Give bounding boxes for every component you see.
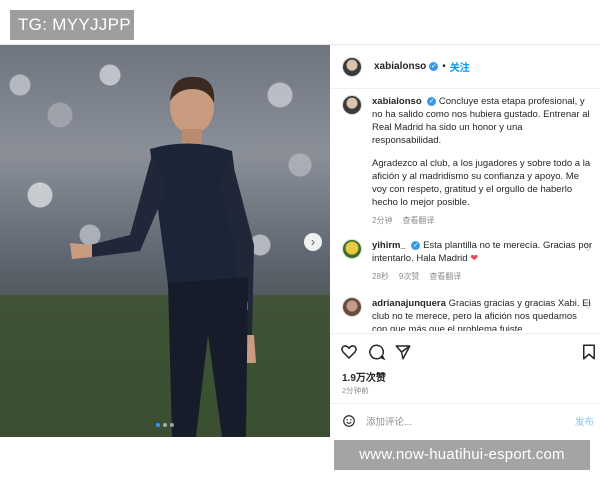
carousel-dot	[156, 423, 160, 427]
emoji-icon[interactable]	[342, 414, 356, 428]
coach-figure	[70, 76, 256, 437]
carousel-dot	[163, 423, 167, 427]
caption: xabialonso ✓ Concluye esta etapa profesi…	[342, 95, 594, 226]
comment-input[interactable]: 添加评论...	[366, 414, 412, 428]
avatar[interactable]	[342, 297, 362, 317]
caption-time: 2分钟	[372, 216, 393, 225]
next-arrow-icon[interactable]: ›	[304, 233, 322, 251]
verified-icon: ✓	[411, 240, 421, 250]
comment-text: adrianajunquera Gracias gracias y gracia…	[372, 297, 594, 331]
comment-meta: 28秒 9次赞 查看翻译	[372, 271, 594, 282]
translate-link[interactable]: 查看翻译	[402, 215, 434, 226]
post-comment-button[interactable]: 发布	[575, 414, 594, 428]
post-photo: ›	[0, 45, 330, 437]
comment-icon[interactable]	[368, 343, 386, 361]
watermark: www.now-huatihui-esport.com	[334, 440, 590, 470]
likes-count[interactable]: 1.9万次赞	[342, 369, 386, 384]
add-comment-bar: 添加评论... 发布	[330, 403, 600, 437]
post-time: 2分钟前	[342, 386, 369, 395]
post-header: xabialonso ✓ • 关注	[330, 45, 600, 89]
caption-meta: 2分钟 查看翻译	[372, 215, 594, 226]
list-item: yihirm_ ✓ Esta plantilla no te merecía. …	[342, 239, 594, 282]
avatar[interactable]	[342, 239, 362, 259]
share-icon[interactable]	[394, 343, 412, 361]
action-bar	[330, 333, 600, 367]
comment-likes[interactable]: 9次赞	[399, 271, 419, 282]
verified-icon: ✓	[427, 96, 437, 106]
translate-link[interactable]: 查看翻译	[429, 271, 461, 282]
comments-list: xabialonso ✓ Concluye esta etapa profesi…	[330, 95, 600, 331]
caption-username[interactable]: xabialonso	[372, 96, 422, 107]
follow-button[interactable]: 关注	[450, 59, 470, 74]
bookmark-icon[interactable]	[580, 343, 598, 361]
red-heart-emoji-icon: ❤	[470, 253, 479, 264]
carousel-dot	[170, 423, 174, 427]
avatar[interactable]	[342, 95, 362, 115]
verified-icon: ✓	[429, 62, 439, 71]
header-username[interactable]: xabialonso	[374, 61, 426, 72]
comment-text: yihirm_ ✓ Esta plantilla no te merecía. …	[372, 239, 594, 265]
tg-badge: TG: MYYJJPP	[10, 10, 134, 40]
carousel-dots	[156, 423, 174, 427]
list-item: adrianajunquera Gracias gracias y gracia…	[342, 297, 594, 331]
separator: •	[442, 61, 446, 72]
heart-icon[interactable]	[340, 343, 358, 361]
comment-username[interactable]: yihirm_	[372, 240, 406, 251]
caption-text: xabialonso ✓ Concluye esta etapa profesi…	[372, 95, 594, 147]
comment-time: 28秒	[372, 272, 389, 281]
instagram-post: › xabialonso ✓ • 关注 xabialonso ✓ Concluy…	[0, 44, 600, 437]
comment-username[interactable]: adrianajunquera	[372, 298, 446, 309]
caption-paragraph-2: Agradezco al club, a los jugadores y sob…	[372, 158, 591, 208]
like-comment-icon[interactable]: ♡	[584, 243, 592, 254]
post-panel: xabialonso ✓ • 关注 xabialonso ✓ Concluye …	[330, 45, 600, 437]
avatar[interactable]	[342, 56, 362, 77]
like-comment-icon[interactable]: ♡	[584, 301, 592, 312]
